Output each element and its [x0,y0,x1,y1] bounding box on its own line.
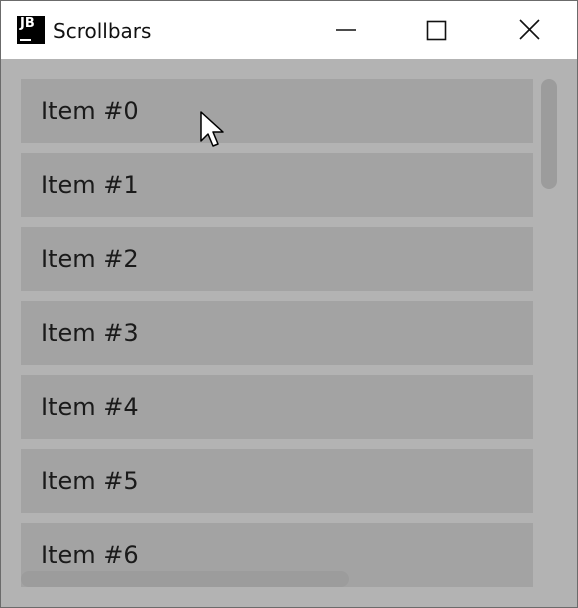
list-item[interactable]: Item #5 [21,449,533,513]
list-item[interactable]: Item #4 [21,375,533,439]
list-item-label: Item #3 [41,319,139,347]
jetbrains-logo-icon: JB [17,16,45,44]
list-item-label: Item #0 [41,97,139,125]
list-item[interactable]: Item #2 [21,227,533,291]
list-item-label: Item #4 [41,393,139,421]
list-item[interactable]: Item #3 [21,301,533,365]
app-window: JB Scrollbars Item #0 Item #1 Item #2 It… [0,0,578,608]
list-item-label: Item #1 [41,171,139,199]
horizontal-scrollbar-thumb[interactable] [21,571,349,587]
list-item-label: Item #6 [41,541,139,569]
vertical-scrollbar-thumb[interactable] [541,79,557,189]
window-title: Scrollbars [53,19,152,43]
minimize-icon [336,29,356,31]
list-item-label: Item #2 [41,245,139,273]
app-icon-text: JB [20,16,35,31]
scroll-area[interactable]: Item #0 Item #1 Item #2 Item #3 Item #4 … [1,59,577,607]
maximize-icon [426,20,447,41]
close-icon [519,19,540,40]
maximize-button[interactable] [412,5,460,55]
list-item[interactable]: Item #0 [21,79,533,143]
title-bar[interactable]: JB Scrollbars [1,1,577,59]
list-item[interactable]: Item #1 [21,153,533,217]
close-button[interactable] [505,5,553,55]
minimize-button[interactable] [321,5,369,55]
list-item-label: Item #5 [41,467,139,495]
